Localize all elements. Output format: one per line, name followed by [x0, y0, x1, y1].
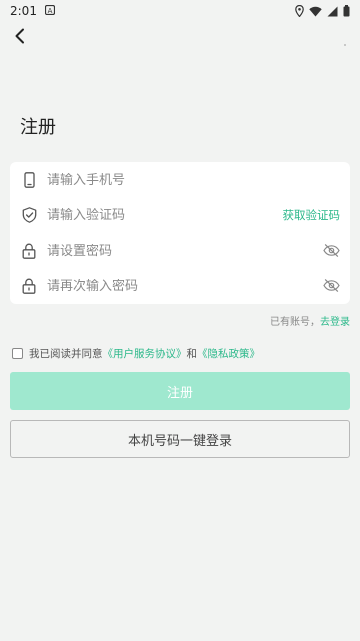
wifi-icon [309, 6, 322, 17]
phone-row [10, 162, 350, 198]
login-hint-text: 已有账号， [270, 317, 320, 328]
phone-icon [21, 172, 37, 188]
agreement-prefix: 我已阅读并同意 [29, 348, 103, 360]
privacy-policy-link[interactable]: 《隐私政策》 [197, 346, 260, 361]
app-a-icon: A [44, 4, 56, 18]
page-title: 注册 [20, 117, 56, 138]
agreement-checkbox[interactable] [12, 348, 23, 359]
register-button[interactable]: 注册 [10, 372, 350, 410]
password-row [10, 233, 350, 269]
get-code-button[interactable]: 获取验证码 [283, 207, 341, 223]
go-login-link[interactable]: 去登录 [320, 317, 350, 328]
back-button[interactable] [8, 26, 32, 50]
user-agreement-link[interactable]: 《用户服务协议》 [103, 346, 187, 361]
status-time: 2:01 [10, 4, 37, 18]
svg-text:A: A [48, 7, 53, 15]
phone-input[interactable] [47, 172, 340, 188]
verification-code-input[interactable] [47, 207, 283, 223]
password-visibility-toggle[interactable] [322, 242, 340, 260]
confirm-password-visibility-toggle[interactable] [322, 277, 340, 295]
location-icon [295, 5, 304, 17]
signal-icon [327, 6, 338, 17]
more-indicator [344, 44, 346, 46]
agreement: 我已阅读并同意 《用户服务协议》和《隐私政策》 [12, 346, 260, 361]
one-click-login-button[interactable]: 本机号码一键登录 [10, 420, 350, 458]
shield-check-icon [21, 207, 37, 223]
confirm-password-row [10, 268, 350, 304]
confirm-password-input[interactable] [47, 278, 322, 294]
chevron-left-icon [13, 28, 27, 48]
lock-icon [21, 243, 37, 259]
login-hint: 已有账号，去登录 [270, 313, 350, 328]
eye-off-icon [322, 242, 340, 261]
lock-icon [21, 278, 37, 294]
status-bar: 2:01 A [0, 0, 360, 22]
code-row: 获取验证码 [10, 197, 350, 233]
register-form: 获取验证码 [10, 162, 350, 304]
eye-off-icon [322, 277, 340, 296]
agreement-conjunction: 和 [186, 348, 198, 360]
password-input[interactable] [47, 243, 322, 259]
battery-icon [343, 5, 350, 17]
